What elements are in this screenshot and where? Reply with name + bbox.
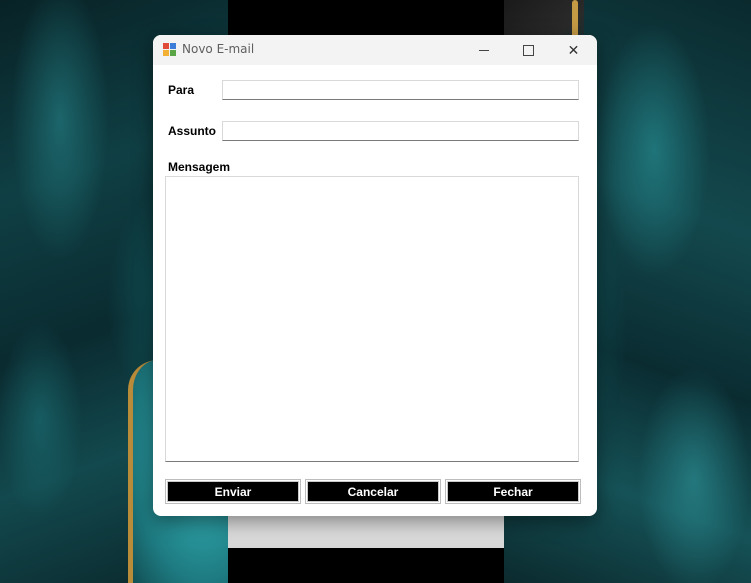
minimize-icon	[478, 49, 489, 51]
window-title: Novo E-mail	[182, 42, 255, 56]
background-window-strip	[228, 515, 504, 548]
app-icon	[163, 43, 176, 56]
maximize-icon	[523, 44, 534, 56]
subject-label: Assunto	[168, 124, 216, 138]
message-label: Mensagem	[168, 160, 231, 174]
close-window-button[interactable]: ✕	[551, 35, 596, 65]
message-body-textarea[interactable]	[165, 176, 579, 462]
send-button[interactable]: Enviar	[167, 481, 299, 502]
close-button[interactable]: Fechar	[447, 481, 579, 502]
desktop-wallpaper: Novo E-mail ✕ Para Assunto Mensagem Envi…	[0, 0, 751, 583]
title-bar[interactable]: Novo E-mail ✕	[153, 35, 597, 65]
cancel-button[interactable]: Cancelar	[307, 481, 439, 502]
new-email-window: Novo E-mail ✕ Para Assunto Mensagem Envi…	[153, 35, 597, 516]
subject-field[interactable]	[222, 121, 579, 141]
to-field[interactable]	[222, 80, 579, 100]
minimize-button[interactable]	[461, 35, 506, 65]
wallpaper-gold-line	[572, 0, 578, 40]
to-label: Para	[168, 83, 195, 97]
maximize-button[interactable]	[506, 35, 551, 65]
close-icon: ✕	[567, 41, 580, 58]
